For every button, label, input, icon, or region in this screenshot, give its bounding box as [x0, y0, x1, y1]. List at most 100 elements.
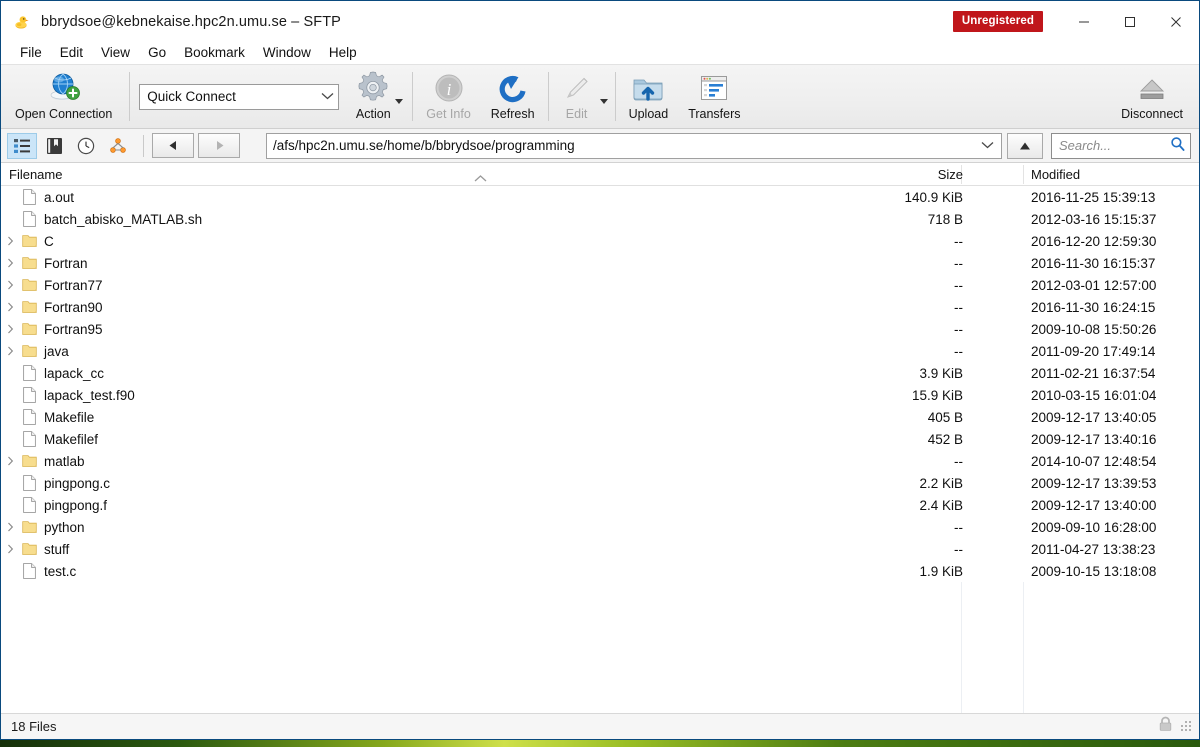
disclosure-triangle-icon[interactable]	[1, 324, 19, 334]
disclosure-triangle-icon[interactable]	[1, 456, 19, 466]
file-name: pingpong.c	[44, 475, 111, 491]
transfers-button[interactable]: Transfers	[678, 65, 750, 128]
file-count-status: 18 Files	[11, 719, 57, 734]
search-input[interactable]: Search...	[1051, 132, 1191, 159]
back-button[interactable]	[152, 133, 194, 158]
bonjour-icon[interactable]	[103, 133, 133, 159]
file-modified: 2016-11-30 16:24:15	[1031, 299, 1156, 315]
folder-icon	[19, 256, 39, 270]
disconnect-label: Disconnect	[1121, 107, 1183, 121]
table-row[interactable]: pingpong.c 2.2 KiB 2009-12-17 13:39:53	[1, 472, 1199, 494]
sftp-application-window: bbrydsoe@kebnekaise.hpc2n.umu.se – SFTP …	[0, 0, 1200, 740]
transfers-window-icon	[699, 71, 729, 105]
bookmark-icon[interactable]	[39, 133, 69, 159]
column-header-modified[interactable]: Modified	[1031, 167, 1080, 182]
file-modified: 2009-09-10 16:28:00	[1031, 519, 1157, 535]
menu-file[interactable]: File	[11, 44, 51, 62]
menu-view[interactable]: View	[92, 44, 139, 62]
toolbar-divider-4	[614, 72, 616, 121]
column-header-size[interactable]: Size	[901, 167, 963, 182]
menu-edit[interactable]: Edit	[51, 44, 92, 62]
open-connection-label: Open Connection	[15, 107, 113, 121]
table-row[interactable]: python -- 2009-09-10 16:28:00	[1, 516, 1199, 538]
disclosure-triangle-icon[interactable]	[1, 280, 19, 290]
table-row[interactable]: lapack_cc 3.9 KiB 2011-02-21 16:37:54	[1, 362, 1199, 384]
body-column-divider-2	[1023, 582, 1024, 713]
title-bar-controls: Unregistered	[952, 1, 1199, 42]
upload-label: Upload	[628, 107, 669, 121]
file-size: 718 B	[927, 211, 963, 227]
file-size: --	[954, 541, 963, 557]
table-row[interactable]: Fortran77 -- 2012-03-01 12:57:00	[1, 274, 1199, 296]
column-divider-2[interactable]	[1023, 165, 1024, 184]
table-row[interactable]: Makefilef 452 B 2009-12-17 13:40:16	[1, 428, 1199, 450]
file-modified: 2016-12-20 12:59:30	[1031, 233, 1157, 249]
disclosure-triangle-icon[interactable]	[1, 544, 19, 554]
chevron-down-icon[interactable]	[981, 140, 997, 152]
get-info-button[interactable]: i Get Info	[416, 65, 480, 128]
file-name: java	[44, 343, 69, 359]
file-name: Fortran77	[44, 277, 103, 293]
table-row[interactable]: java -- 2011-09-20 17:49:14	[1, 340, 1199, 362]
quick-connect-combo[interactable]: Quick Connect	[139, 83, 340, 110]
window-title: bbrydsoe@kebnekaise.hpc2n.umu.se – SFTP	[41, 13, 341, 30]
table-row[interactable]: a.out 140.9 KiB 2016-11-25 15:39:13	[1, 186, 1199, 208]
table-row[interactable]: C -- 2016-12-20 12:59:30	[1, 230, 1199, 252]
open-connection-button[interactable]: Open Connection	[1, 65, 126, 128]
minimize-button[interactable]	[1061, 1, 1107, 42]
file-size: 2.2 KiB	[919, 475, 963, 491]
file-size: 405 B	[927, 409, 963, 425]
edit-dropdown-caret-icon[interactable]	[599, 97, 608, 106]
column-header-filename[interactable]: Filename	[1, 167, 62, 182]
file-modified: 2009-12-17 13:39:53	[1031, 475, 1157, 491]
table-row[interactable]: Makefile 405 B 2009-12-17 13:40:05	[1, 406, 1199, 428]
disclosure-triangle-icon[interactable]	[1, 236, 19, 246]
action-dropdown-caret-icon[interactable]	[395, 97, 404, 106]
file-icon	[19, 431, 39, 447]
edit-button[interactable]: Edit	[552, 65, 612, 128]
table-row[interactable]: test.c 1.9 KiB 2009-10-15 13:18:08	[1, 560, 1199, 582]
file-size: --	[954, 299, 963, 315]
path-value: /afs/hpc2n.umu.se/home/b/bbrydsoe/progra…	[273, 138, 575, 153]
menu-go[interactable]: Go	[139, 44, 175, 62]
file-rows-container: a.out 140.9 KiB 2016-11-25 15:39:13 batch_a…	[1, 186, 1199, 582]
refresh-button[interactable]: Refresh	[481, 65, 545, 128]
file-list[interactable]: a.out 140.9 KiB 2016-11-25 15:39:13 batch_a…	[1, 186, 1199, 713]
file-size: --	[954, 255, 963, 271]
table-row[interactable]: lapack_test.f90 15.9 KiB 2010-03-15 16:01:…	[1, 384, 1199, 406]
chevron-down-icon[interactable]	[321, 91, 334, 103]
table-row[interactable]: Fortran95 -- 2009-10-08 15:50:26	[1, 318, 1199, 340]
table-row[interactable]: Fortran -- 2016-11-30 16:15:37	[1, 252, 1199, 274]
close-button[interactable]	[1153, 1, 1199, 42]
table-row[interactable]: batch_abisko_MATLAB.sh 718 B 2012-03-16 15…	[1, 208, 1199, 230]
menu-bookmark[interactable]: Bookmark	[175, 44, 254, 62]
quick-connect-value[interactable]: Quick Connect	[147, 89, 236, 104]
maximize-button[interactable]	[1107, 1, 1153, 42]
action-label: Action	[355, 107, 391, 121]
search-icon[interactable]	[1170, 136, 1185, 156]
refresh-icon	[497, 71, 529, 105]
padlock-icon[interactable]	[1158, 716, 1173, 737]
resize-grip[interactable]	[1181, 720, 1193, 733]
table-row[interactable]: matlab -- 2014-10-07 12:48:54	[1, 450, 1199, 472]
disclosure-triangle-icon[interactable]	[1, 302, 19, 312]
table-row[interactable]: Fortran90 -- 2016-11-30 16:24:15	[1, 296, 1199, 318]
table-row[interactable]: stuff -- 2011-04-27 13:38:23	[1, 538, 1199, 560]
disclosure-triangle-icon[interactable]	[1, 522, 19, 532]
upload-button[interactable]: Upload	[619, 65, 679, 128]
browser-view-icon[interactable]	[7, 132, 37, 159]
disclosure-triangle-icon[interactable]	[1, 346, 19, 356]
parent-directory-button[interactable]	[1007, 132, 1043, 159]
action-button[interactable]: Action	[345, 65, 409, 128]
path-input[interactable]: /afs/hpc2n.umu.se/home/b/bbrydsoe/progra…	[266, 132, 1002, 159]
disconnect-button[interactable]: Disconnect	[1111, 65, 1199, 128]
table-row[interactable]: pingpong.f 2.4 KiB 2009-12-17 13:40:00	[1, 494, 1199, 516]
file-modified: 2014-10-07 12:48:54	[1031, 453, 1157, 469]
file-size: 1.9 KiB	[919, 563, 963, 579]
menu-window[interactable]: Window	[254, 44, 320, 62]
menu-help[interactable]: Help	[320, 44, 366, 62]
disclosure-triangle-icon[interactable]	[1, 258, 19, 268]
forward-button[interactable]	[198, 133, 240, 158]
history-clock-icon[interactable]	[71, 133, 101, 159]
